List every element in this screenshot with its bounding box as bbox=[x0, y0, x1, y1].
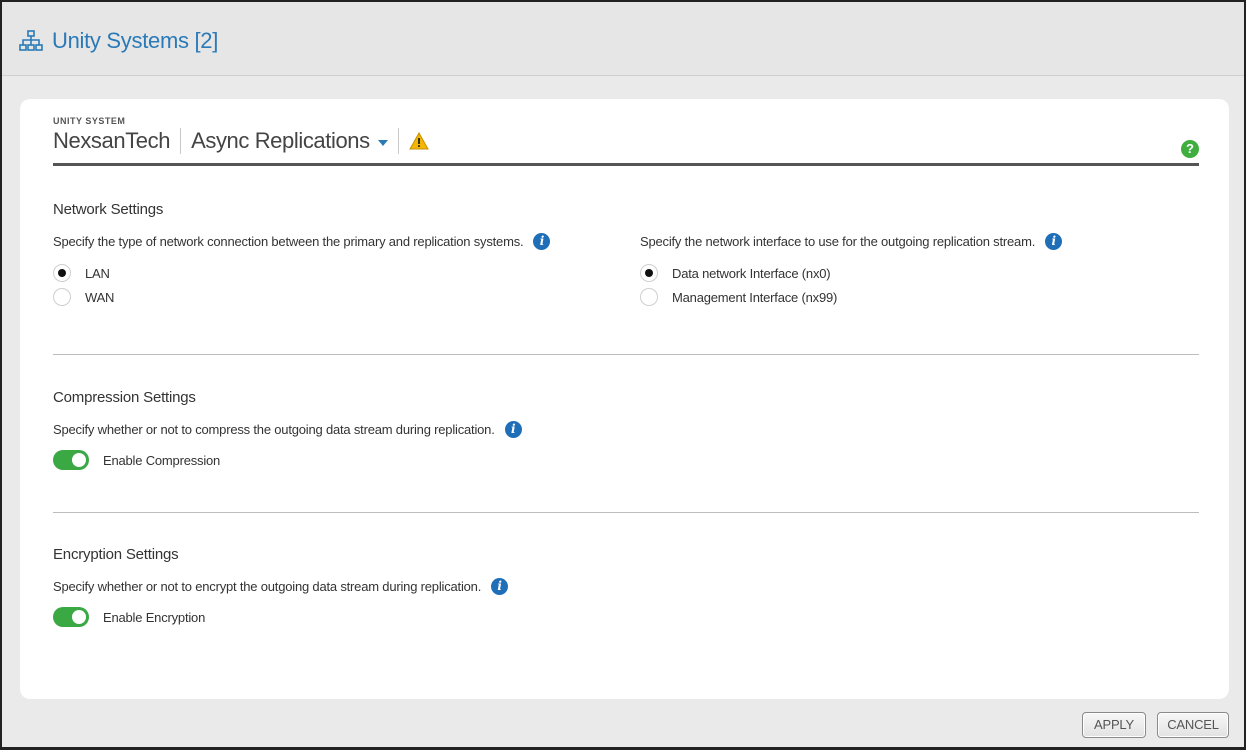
settings-card: UNITY SYSTEM NexsanTech Async Replicatio… bbox=[20, 99, 1229, 699]
chevron-down-icon bbox=[377, 140, 388, 146]
radio-label: Management Interface (nx99) bbox=[672, 289, 838, 305]
description-text: Specify the type of network connection b… bbox=[53, 234, 524, 249]
radio-data-network[interactable]: Data network Interface (nx0) bbox=[640, 262, 1199, 284]
view-dropdown-label: Async Replications bbox=[191, 128, 370, 153]
page-title-text: Unity Systems [2] bbox=[52, 28, 219, 53]
radio-lan[interactable]: LAN bbox=[53, 262, 613, 284]
page-title: Unity Systems [2] bbox=[18, 26, 218, 56]
compression-toggle-row[interactable]: Enable Compression bbox=[53, 450, 1199, 470]
radio-button[interactable] bbox=[640, 264, 658, 282]
section-title: Compression Settings bbox=[53, 389, 196, 406]
compression-settings-section: Compression Settings Specify whether or … bbox=[53, 389, 1199, 470]
cancel-button[interactable]: CANCEL bbox=[1157, 712, 1229, 738]
connection-type-group: Specify the type of network connection b… bbox=[53, 233, 613, 308]
toggle-label: Enable Compression bbox=[103, 452, 221, 468]
radio-label: Data network Interface (nx0) bbox=[672, 265, 831, 281]
section-description: Specify whether or not to compress the o… bbox=[53, 421, 1199, 438]
description-text: Specify the network interface to use for… bbox=[640, 234, 1036, 249]
network-settings-section: Network Settings bbox=[53, 201, 1199, 218]
section-description: Specify the type of network connection b… bbox=[53, 233, 613, 250]
card-header: UNITY SYSTEM NexsanTech Async Replicatio… bbox=[53, 112, 1199, 166]
compression-toggle[interactable] bbox=[53, 450, 89, 470]
toggle-label: Enable Encryption bbox=[103, 609, 206, 625]
info-icon[interactable]: i bbox=[504, 421, 522, 438]
radio-management[interactable]: Management Interface (nx99) bbox=[640, 286, 1199, 308]
radio-label: WAN bbox=[85, 289, 115, 305]
divider bbox=[53, 354, 1199, 355]
info-icon[interactable]: i bbox=[1045, 233, 1063, 250]
encryption-toggle[interactable] bbox=[53, 607, 89, 627]
help-icon[interactable]: ? bbox=[1181, 140, 1199, 158]
section-title: Encryption Settings bbox=[53, 546, 179, 563]
eyebrow-label: UNITY SYSTEM bbox=[53, 116, 126, 126]
divider bbox=[53, 512, 1199, 513]
section-title: Network Settings bbox=[53, 201, 164, 218]
system-name[interactable]: NexsanTech bbox=[53, 128, 170, 154]
radio-button[interactable] bbox=[53, 264, 71, 282]
breadcrumb: NexsanTech Async Replications bbox=[53, 126, 429, 156]
info-icon[interactable]: i bbox=[491, 578, 509, 595]
view-dropdown[interactable]: Async Replications bbox=[191, 128, 388, 154]
encryption-settings-section: Encryption Settings Specify whether or n… bbox=[53, 546, 1199, 627]
encryption-toggle-row[interactable]: Enable Encryption bbox=[53, 607, 1199, 627]
section-description: Specify the network interface to use for… bbox=[640, 233, 1199, 250]
network-icon bbox=[19, 30, 43, 51]
warning-icon[interactable] bbox=[408, 132, 429, 150]
apply-button[interactable]: APPLY bbox=[1082, 712, 1146, 738]
network-interface-group: Specify the network interface to use for… bbox=[640, 233, 1199, 308]
radio-wan[interactable]: WAN bbox=[53, 286, 613, 308]
breadcrumb-separator bbox=[180, 128, 182, 154]
info-icon[interactable]: i bbox=[533, 233, 551, 250]
section-description: Specify whether or not to encrypt the ou… bbox=[53, 578, 1199, 595]
description-text: Specify whether or not to compress the o… bbox=[53, 422, 495, 437]
radio-button[interactable] bbox=[53, 288, 71, 306]
top-bar: Unity Systems [2] bbox=[2, 2, 1244, 76]
description-text: Specify whether or not to encrypt the ou… bbox=[53, 579, 482, 594]
breadcrumb-separator bbox=[397, 128, 399, 154]
radio-label: LAN bbox=[85, 265, 110, 281]
radio-button[interactable] bbox=[640, 288, 658, 306]
